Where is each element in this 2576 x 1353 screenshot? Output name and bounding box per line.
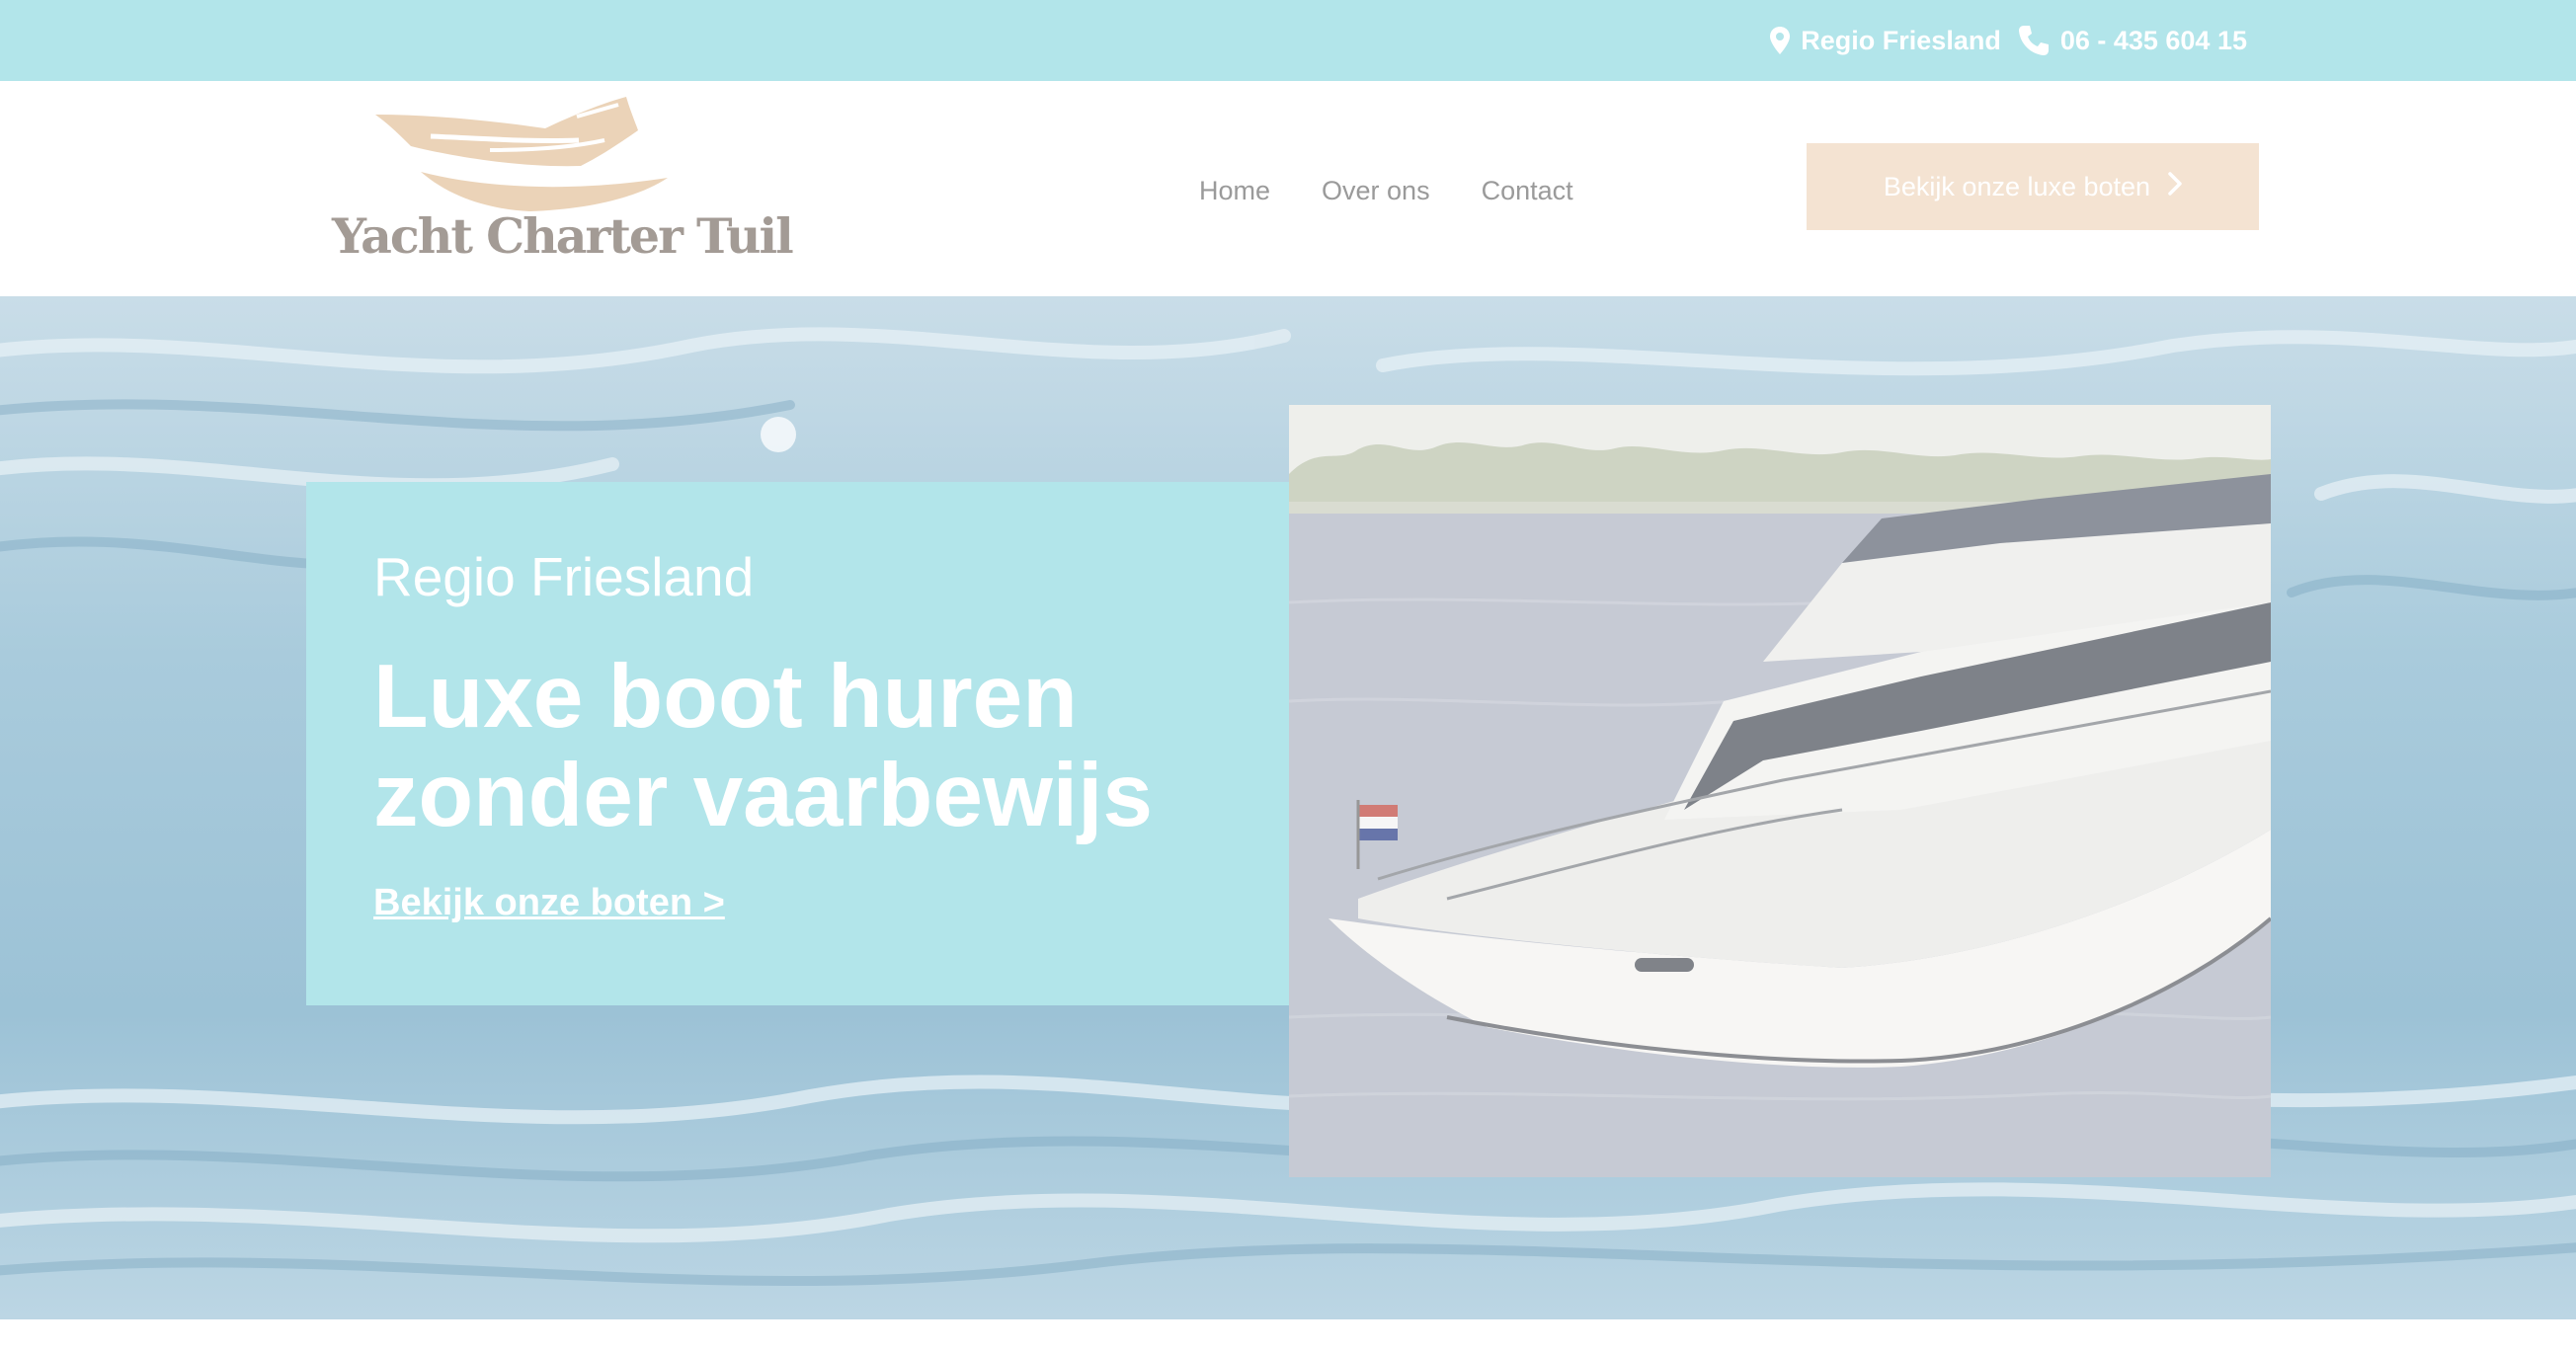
hero-title: Luxe boot huren zonder vaarbewijs <box>373 647 1153 845</box>
site-logo[interactable]: Yacht Charter Tuil <box>332 95 794 273</box>
hero-subtitle: Regio Friesland <box>373 546 755 607</box>
yacht-photo <box>1289 405 2271 1177</box>
location-text: Regio Friesland <box>1801 25 2001 55</box>
location-info: Regio Friesland <box>1769 26 2001 56</box>
page-bottom <box>0 1319 2576 1353</box>
chevron-right-icon <box>2168 171 2182 202</box>
main-nav: Home Over ons Contact <box>1199 176 1573 206</box>
view-boats-link[interactable]: Bekijk onze boten > <box>373 882 725 924</box>
yacht-logo-icon <box>371 95 687 218</box>
nav-home[interactable]: Home <box>1199 176 1270 206</box>
hero-section: Regio Friesland Luxe boot huren zonder v… <box>0 296 2576 1319</box>
site-header: Yacht Charter Tuil Home Over ons Contact… <box>0 81 2576 296</box>
phone-icon <box>2017 24 2051 57</box>
logo-text: Yacht Charter Tuil <box>332 207 794 265</box>
phone-info[interactable]: 06 - 435 604 15 <box>2017 24 2247 57</box>
phone-text[interactable]: 06 - 435 604 15 <box>2060 26 2247 56</box>
map-pin-icon <box>1769 26 1791 55</box>
top-bar-contact: Regio Friesland 06 - 435 604 15 <box>1769 0 2247 81</box>
nav-over-ons[interactable]: Over ons <box>1322 176 1430 206</box>
nav-contact[interactable]: Contact <box>1482 176 1573 206</box>
cta-label: Bekijk onze luxe boten <box>1883 171 2151 201</box>
view-boats-cta-button[interactable]: Bekijk onze luxe boten <box>1807 143 2259 230</box>
top-bar: Regio Friesland 06 - 435 604 15 <box>0 0 2576 81</box>
hero-card: Regio Friesland Luxe boot huren zonder v… <box>306 482 1289 1005</box>
